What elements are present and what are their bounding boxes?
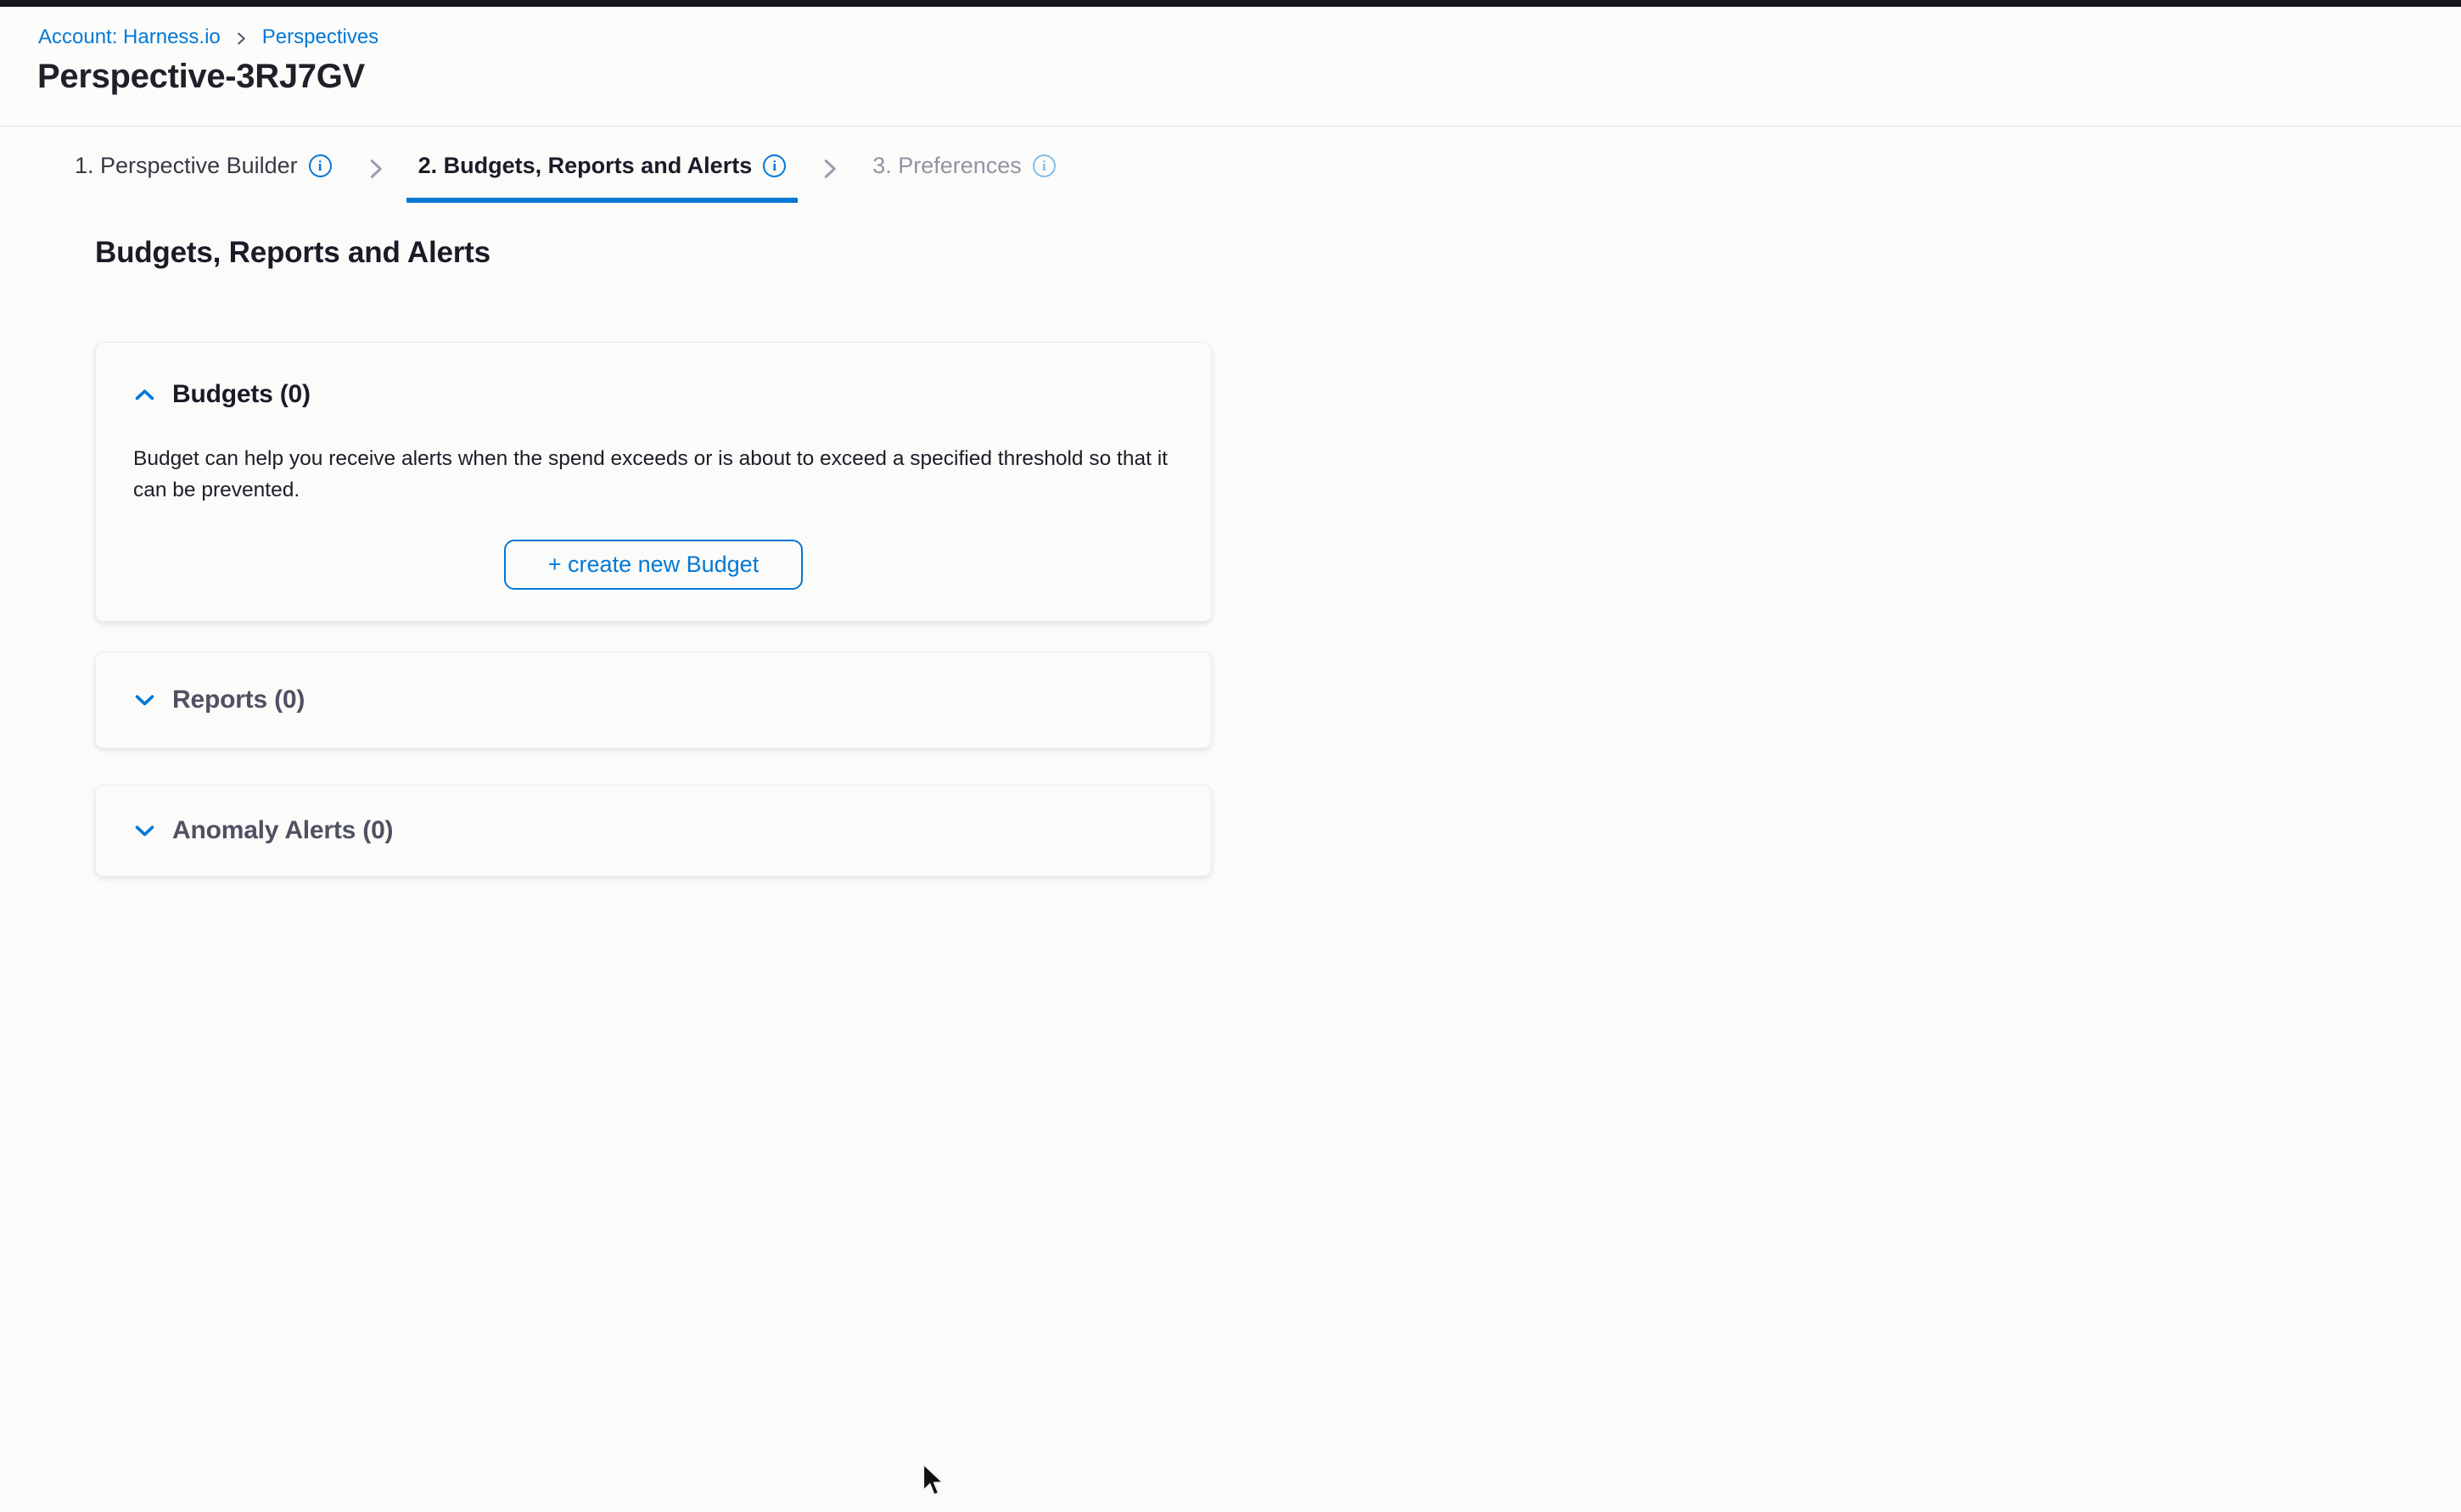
info-icon[interactable]: i bbox=[309, 154, 332, 177]
anomaly-alerts-section-header[interactable]: Anomaly Alerts (0) bbox=[133, 816, 393, 845]
page-header: Account: Harness.io Perspectives Perspec… bbox=[0, 7, 2461, 126]
info-icon[interactable]: i bbox=[1033, 154, 1056, 177]
budgets-section: Budgets (0) Budget can help you receive … bbox=[95, 342, 1212, 622]
budgets-section-title: Budgets (0) bbox=[172, 380, 311, 409]
tab-preferences-label: 3. Preferences bbox=[872, 153, 1022, 179]
chevron-down-icon bbox=[133, 822, 156, 839]
budgets-section-header[interactable]: Budgets (0) bbox=[133, 380, 1174, 409]
reports-section-header[interactable]: Reports (0) bbox=[133, 686, 305, 714]
chevron-up-icon bbox=[133, 386, 156, 403]
sections-list: Budgets (0) Budget can help you receive … bbox=[95, 342, 1212, 876]
tab-perspective-builder[interactable]: 1. Perspective Builder i bbox=[63, 144, 344, 203]
create-new-budget-button[interactable]: + create new Budget bbox=[504, 540, 803, 590]
browser-chrome-strip bbox=[0, 0, 2461, 7]
page-title: Perspective-3RJ7GV bbox=[37, 58, 365, 96]
chevron-right-icon bbox=[234, 31, 249, 46]
tab-budgets-reports-alerts[interactable]: 2. Budgets, Reports and Alerts i bbox=[406, 144, 799, 203]
chevron-right-icon bbox=[816, 156, 842, 182]
breadcrumb: Account: Harness.io Perspectives bbox=[38, 25, 378, 49]
chevron-right-icon bbox=[362, 156, 388, 182]
wizard-tabs: 1. Perspective Builder i 2. Budgets, Rep… bbox=[63, 144, 1068, 203]
content-heading: Budgets, Reports and Alerts bbox=[95, 236, 491, 270]
tab-budgets-reports-alerts-label: 2. Budgets, Reports and Alerts bbox=[418, 153, 753, 179]
breadcrumb-account-link[interactable]: Account: Harness.io bbox=[38, 25, 221, 49]
tab-preferences[interactable]: 3. Preferences i bbox=[861, 144, 1068, 203]
chevron-down-icon bbox=[133, 692, 156, 708]
reports-section-title: Reports (0) bbox=[172, 686, 305, 714]
mouse-cursor bbox=[918, 1463, 947, 1500]
tab-perspective-builder-label: 1. Perspective Builder bbox=[75, 153, 298, 179]
breadcrumb-perspectives-link[interactable]: Perspectives bbox=[262, 25, 378, 49]
screen: Account: Harness.io Perspectives Perspec… bbox=[0, 0, 2461, 1512]
anomaly-alerts-section-title: Anomaly Alerts (0) bbox=[172, 816, 393, 845]
info-icon[interactable]: i bbox=[763, 154, 786, 177]
budgets-description: Budget can help you receive alerts when … bbox=[133, 443, 1174, 506]
reports-section: Reports (0) bbox=[95, 652, 1212, 748]
anomaly-alerts-section: Anomaly Alerts (0) bbox=[95, 785, 1212, 876]
budgets-button-row: + create new Budget bbox=[133, 540, 1174, 590]
